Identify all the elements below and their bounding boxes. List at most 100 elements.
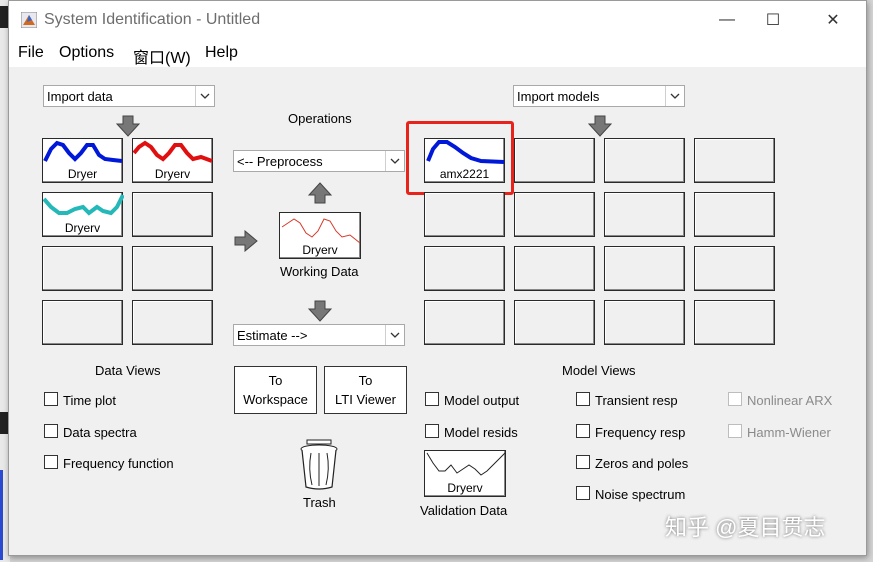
data-tile-dryer[interactable]: Dryer [42,138,123,183]
model-resids-label: Model resids [444,425,518,440]
transient-resp-label: Transient resp [595,393,678,408]
data-spectra-checkbox[interactable] [44,424,58,438]
menu-options[interactable]: Options [59,44,114,62]
data-tile-dryerv-2[interactable]: Dryerv [42,192,124,237]
model-output-label: Model output [444,393,520,408]
to-lti-label-2: LTI Viewer [335,392,396,407]
model-tile-empty[interactable] [514,138,595,183]
data-tile-dryerv-1[interactable]: Dryerv [132,138,213,183]
menu-file[interactable]: File [18,44,44,62]
hamm-wiener-label: Hamm-Wiener [747,425,831,440]
title-bar[interactable]: System Identification - Untitled — ☐ ✕ [9,1,866,39]
matlab-icon [21,12,37,28]
chevron-down-icon [385,325,404,345]
arrow-down-icon [308,300,332,322]
model-tile-empty[interactable] [424,246,505,291]
validation-data-tile-label: Dryerv [447,481,483,495]
data-tile-empty[interactable] [132,192,213,237]
working-data-tile[interactable]: Dryerv [279,212,361,259]
desktop-fragment [0,470,3,560]
close-button[interactable]: ✕ [810,1,856,39]
nonlinear-arx-label: Nonlinear ARX [747,393,833,408]
chevron-down-icon [385,151,404,171]
time-plot-checkbox[interactable] [44,392,58,406]
to-workspace-label-1: To [268,373,283,388]
data-tile-label: Dryer [67,167,98,181]
desktop-fragment [0,6,8,28]
frequency-function-label: Frequency function [63,456,174,471]
model-tile-empty[interactable] [514,192,595,237]
noise-spectrum-checkbox[interactable] [576,486,590,500]
model-tile-empty[interactable] [424,192,505,237]
highlight-rectangle [406,121,514,195]
frequency-resp-checkbox[interactable] [576,424,590,438]
model-tile-empty[interactable] [694,246,775,291]
import-data-select[interactable]: Import data [43,85,215,107]
to-workspace-button[interactable]: To Workspace [234,366,317,414]
import-models-select[interactable]: Import models [513,85,685,107]
chevron-down-icon [665,86,684,106]
model-tile-empty[interactable] [694,138,775,183]
to-workspace-label-2: Workspace [243,392,308,407]
trash-icon[interactable] [299,439,339,491]
maximize-icon: ☐ [765,12,781,29]
data-tile-empty[interactable] [42,300,123,345]
data-tile-empty[interactable] [132,300,213,345]
preprocess-select[interactable]: <-- Preprocess [233,150,405,172]
model-tile-empty[interactable] [694,300,775,345]
arrow-down-icon [116,115,140,137]
maximize-button[interactable]: ☐ [750,1,796,39]
data-tile-label: Dryerv [154,167,191,181]
import-models-value: Import models [517,89,600,104]
import-data-value: Import data [47,89,113,104]
zeros-and-poles-label: Zeros and poles [595,456,689,471]
window-title: System Identification - Untitled [44,11,261,28]
desktop-fragment [0,412,8,434]
system-identification-window: System Identification - Untitled — ☐ ✕ F… [8,0,867,556]
arrow-down-icon [588,115,612,137]
time-plot-label: Time plot [63,393,116,408]
data-tile-empty[interactable] [132,246,213,291]
arrow-right-icon [234,230,258,252]
frequency-function-checkbox[interactable] [44,455,58,469]
model-output-checkbox[interactable] [425,392,439,406]
model-tile-empty[interactable] [514,300,595,345]
data-spectra-label: Data spectra [63,425,137,440]
minimize-button[interactable]: — [704,1,750,39]
model-views-title: Model Views [562,363,636,378]
menu-window[interactable]: 窗口(W) [133,44,191,68]
transient-resp-checkbox[interactable] [576,392,590,406]
data-tile-label: Dryerv [64,221,101,235]
model-tile-empty[interactable] [514,246,595,291]
close-icon: ✕ [826,12,840,29]
to-lti-viewer-button[interactable]: To LTI Viewer [324,366,407,414]
data-tile-empty[interactable] [42,246,123,291]
model-tile-empty[interactable] [604,300,685,345]
menu-bar: File Options 窗口(W) Help [9,39,866,67]
watermark: 知乎 @夏目贯志 [665,515,826,540]
arrow-up-icon [308,182,332,204]
model-tile-empty[interactable] [604,246,685,291]
model-tile-empty[interactable] [694,192,775,237]
noise-spectrum-label: Noise spectrum [595,487,686,502]
model-tile-empty[interactable] [604,192,685,237]
model-tile-empty[interactable] [604,138,685,183]
working-data-tile-label: Dryerv [302,243,338,257]
zeros-and-poles-checkbox[interactable] [576,455,590,469]
working-data-label: Working Data [280,264,359,279]
to-lti-label-1: To [358,373,373,388]
hamm-wiener-checkbox [728,424,742,438]
trash-label: Trash [303,495,336,510]
minimize-icon: — [719,11,735,28]
frequency-resp-label: Frequency resp [595,425,686,440]
menu-help[interactable]: Help [205,44,238,62]
preprocess-value: <-- Preprocess [237,154,323,169]
model-resids-checkbox[interactable] [425,424,439,438]
nonlinear-arx-checkbox [728,392,742,406]
model-tile-empty[interactable] [424,300,505,345]
operations-title: Operations [288,111,352,126]
estimate-select[interactable]: Estimate --> [233,324,405,346]
validation-data-tile[interactable]: Dryerv [424,450,506,497]
chevron-down-icon [195,86,214,106]
validation-data-label: Validation Data [420,503,508,518]
